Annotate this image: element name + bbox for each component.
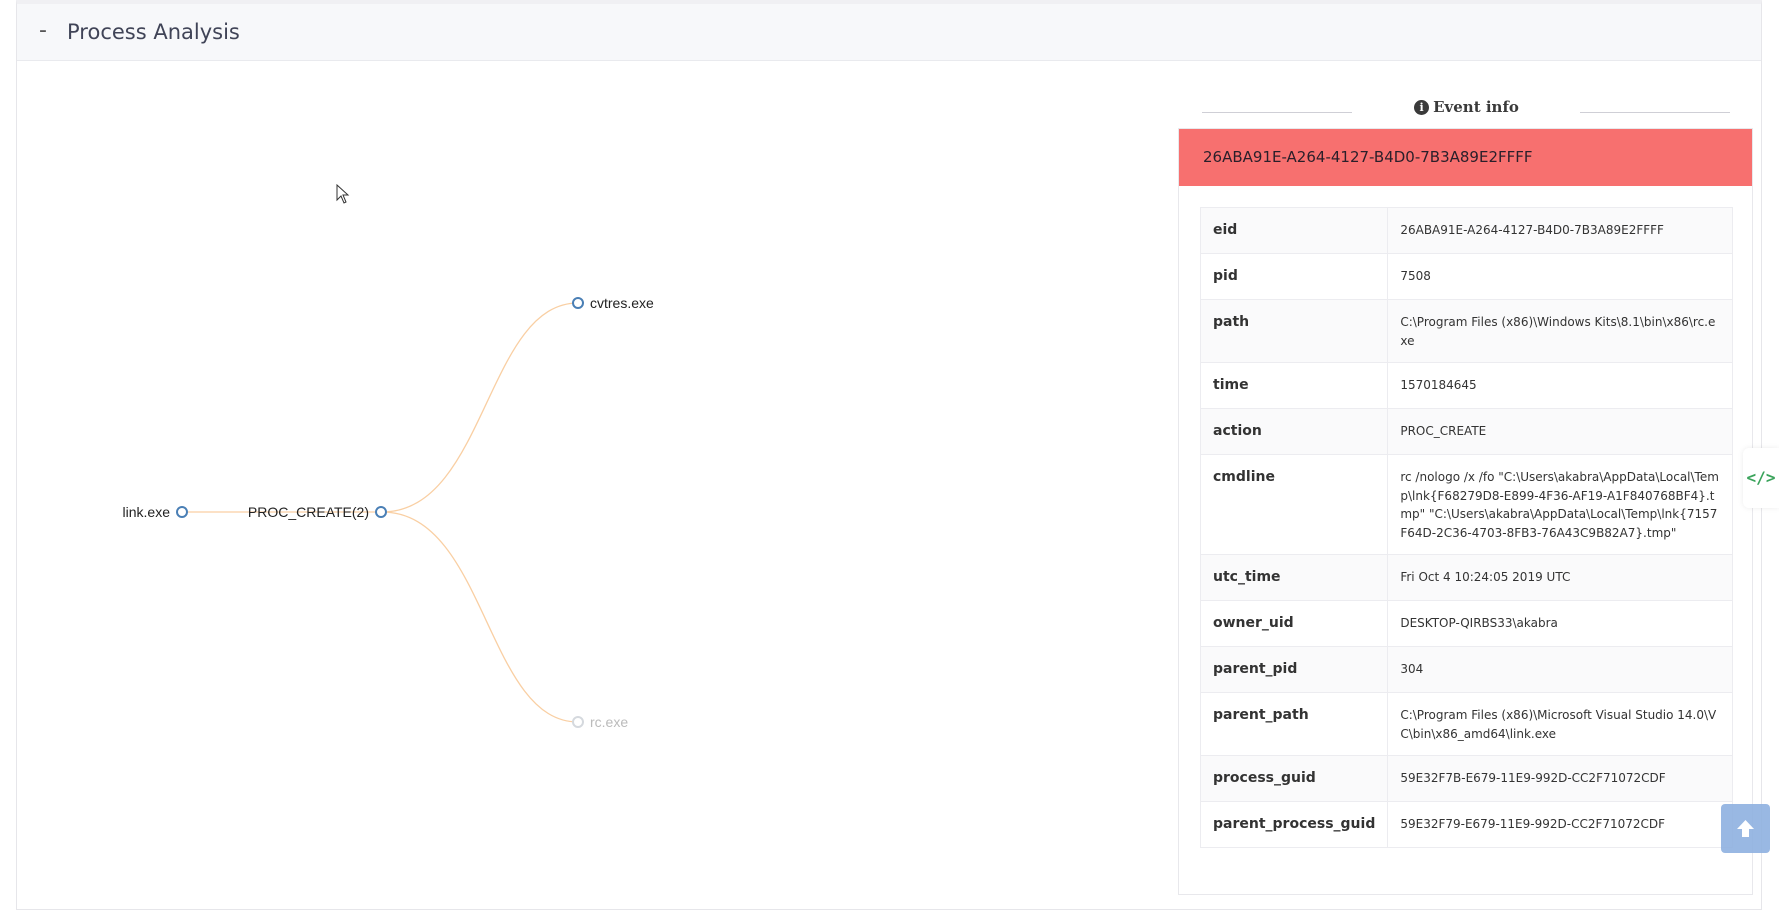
node-cvtres-exe[interactable]: cvtres.exe xyxy=(572,295,654,311)
field-key: utc_time xyxy=(1199,554,1389,601)
info-icon: i xyxy=(1414,100,1430,115)
field-key: process_guid xyxy=(1199,755,1389,802)
field-value: Fri Oct 4 10:24:05 2019 UTC xyxy=(1387,554,1733,601)
field-value: 59E32F79-E679-11E9-992D-CC2F71072CDF xyxy=(1387,801,1733,848)
node-rc-exe[interactable]: rc.exe xyxy=(572,714,628,730)
table-row: process_guid 59E32F7B-E679-11E9-992D-CC2F… xyxy=(1199,755,1733,802)
collapse-toggle[interactable]: - xyxy=(39,18,47,43)
table-row: parent_path C:\Program Files (x86)\Micros… xyxy=(1199,692,1733,756)
event-info-title: Event info xyxy=(1433,98,1519,116)
field-value: 304 xyxy=(1387,646,1733,693)
process-graph[interactable]: link.exe PROC_CREATE(2) cvtres.exe rc.ex… xyxy=(16,60,1166,900)
field-key: cmdline xyxy=(1199,454,1389,555)
table-row: time 1570184645 xyxy=(1199,362,1733,409)
arrow-up-icon xyxy=(1737,820,1754,837)
node-label-rc: rc.exe xyxy=(590,714,628,730)
field-value: C:\Program Files (x86)\Windows Kits\8.1\… xyxy=(1387,299,1733,363)
card-title: Process Analysis xyxy=(67,20,240,44)
edge-action-to-cvtres xyxy=(381,302,579,513)
table-row: action PROC_CREATE xyxy=(1199,408,1733,455)
table-row: eid 26ABA91E-A264-4127-B4D0-7B3A89E2FFFF xyxy=(1199,207,1733,254)
field-value: 26ABA91E-A264-4127-B4D0-7B3A89E2FFFF xyxy=(1387,207,1733,254)
field-value: 1570184645 xyxy=(1387,362,1733,409)
card-header[interactable]: - Process Analysis xyxy=(17,4,1761,61)
event-info-panel: i Event info 26ABA91E-A264-4127-B4D0-7B3A… xyxy=(1178,92,1755,895)
table-row: utc_time Fri Oct 4 10:24:05 2019 UTC xyxy=(1199,554,1733,601)
scroll-to-top-button[interactable] xyxy=(1721,804,1770,853)
table-row: cmdline rc /nologo /x /fo "C:\Users\akabr… xyxy=(1199,454,1733,555)
field-value: 7508 xyxy=(1387,253,1733,300)
field-key: parent_path xyxy=(1199,692,1389,756)
field-key: parent_process_guid xyxy=(1199,801,1389,848)
table-row: parent_process_guid 59E32F79-E679-11E9-99… xyxy=(1199,801,1733,848)
field-key: action xyxy=(1199,408,1389,455)
field-key: path xyxy=(1199,299,1389,363)
field-value: PROC_CREATE xyxy=(1387,408,1733,455)
event-info-heading: i Event info xyxy=(1178,92,1755,126)
edge-action-to-rc xyxy=(381,511,579,723)
node-label-root: link.exe xyxy=(123,504,171,520)
field-value: 59E32F7B-E679-11E9-992D-CC2F71072CDF xyxy=(1387,755,1733,802)
node-label-action: PROC_CREATE(2) xyxy=(248,504,369,520)
event-banner: 26ABA91E-A264-4127-B4D0-7B3A89E2FFFF xyxy=(1179,129,1752,186)
node-label-cvtres: cvtres.exe xyxy=(590,295,654,311)
field-value: C:\Program Files (x86)\Microsoft Visual … xyxy=(1387,692,1733,756)
field-key: pid xyxy=(1199,253,1389,300)
field-key: time xyxy=(1199,362,1389,409)
node-link-exe[interactable]: link.exe xyxy=(123,504,188,520)
event-info-box: 26ABA91E-A264-4127-B4D0-7B3A89E2FFFF eid… xyxy=(1178,128,1753,895)
field-key: owner_uid xyxy=(1199,600,1389,647)
node-proc-create[interactable]: PROC_CREATE(2) xyxy=(248,504,387,520)
field-key: parent_pid xyxy=(1199,646,1389,693)
field-key: eid xyxy=(1199,207,1389,254)
table-row: parent_pid 304 xyxy=(1199,646,1733,693)
table-row: pid 7508 xyxy=(1199,253,1733,300)
field-value: DESKTOP-QIRBS33\akabra xyxy=(1387,600,1733,647)
mouse-cursor-icon xyxy=(336,183,350,209)
code-icon[interactable]: </> xyxy=(1743,448,1779,508)
event-details-table: eid 26ABA91E-A264-4127-B4D0-7B3A89E2FFFF p… xyxy=(1199,207,1733,848)
table-row: owner_uid DESKTOP-QIRBS33\akabra xyxy=(1199,600,1733,647)
field-value: rc /nologo /x /fo "C:\Users\akabra\AppDa… xyxy=(1387,454,1733,555)
table-row: path C:\Program Files (x86)\Windows Kits\… xyxy=(1199,299,1733,363)
